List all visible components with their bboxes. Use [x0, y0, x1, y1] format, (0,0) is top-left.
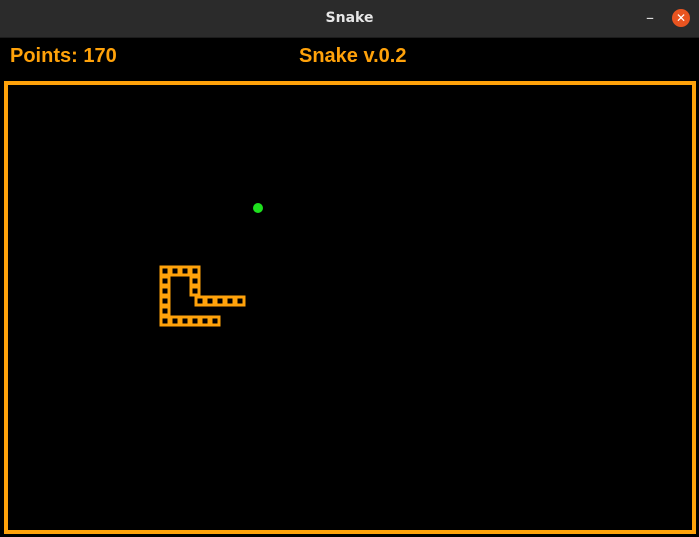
snake-segment [194, 295, 206, 307]
snake-segment [234, 295, 246, 307]
snake-segment [159, 315, 171, 327]
snake-segment [159, 285, 171, 297]
snake-segment [199, 315, 211, 327]
snake-segment [189, 285, 201, 297]
snake-segment [204, 295, 216, 307]
game-canvas [159, 203, 263, 327]
snake-segment [159, 305, 171, 317]
food-pellet [253, 203, 263, 213]
snake-segment [189, 275, 201, 287]
snake [159, 265, 246, 327]
snake-segment [179, 265, 191, 277]
snake-segment [169, 265, 181, 277]
snake-segment [209, 315, 221, 327]
snake-segment [169, 315, 181, 327]
snake-segment [159, 275, 171, 287]
snake-segment [189, 265, 201, 277]
snake-segment [159, 265, 171, 277]
snake-segment [214, 295, 226, 307]
snake-segment [179, 315, 191, 327]
snake-segment [224, 295, 236, 307]
snake-segment [189, 315, 201, 327]
snake-segment [159, 295, 171, 307]
